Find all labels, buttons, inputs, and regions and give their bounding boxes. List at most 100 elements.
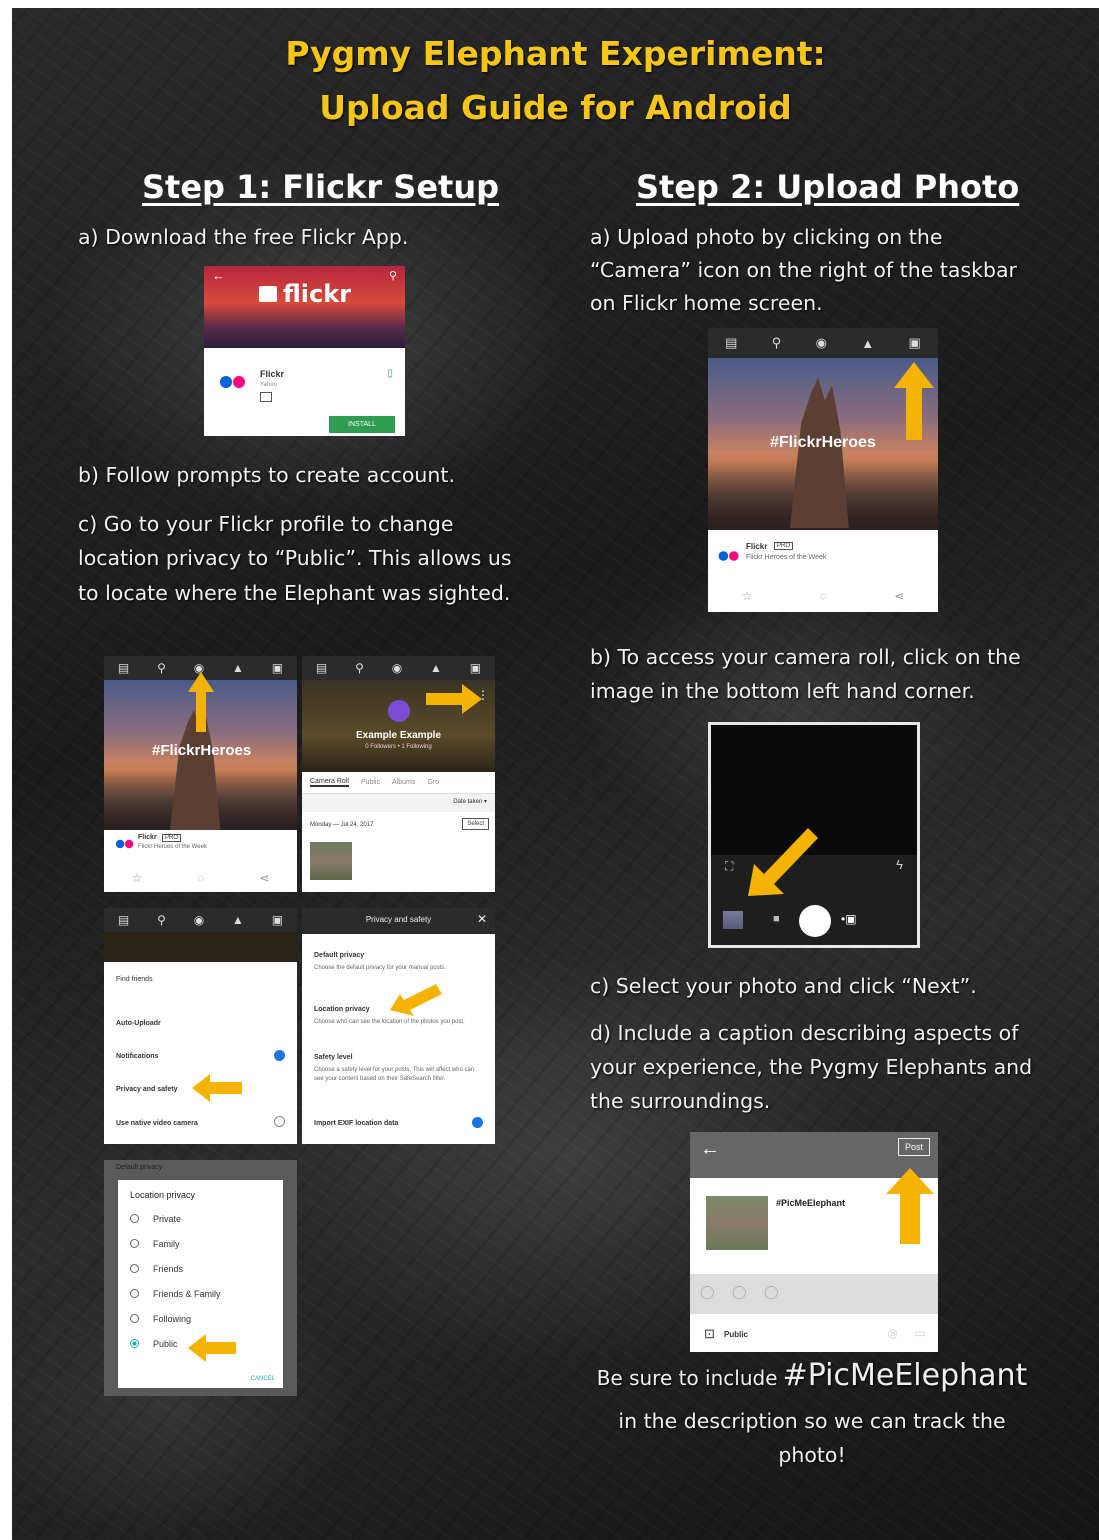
feed-icon[interactable]: ▤ <box>725 335 737 351</box>
tab-groups[interactable]: Gro <box>427 779 439 786</box>
mountain-peak <box>790 378 849 528</box>
search-icon[interactable]: ⚲ <box>355 661 364 675</box>
switch-camera-icon[interactable]: •▣ <box>841 912 857 926</box>
search-icon[interactable]: ⚲ <box>157 913 166 927</box>
camera-roll-thumbnail[interactable] <box>723 911 743 929</box>
profile-icon[interactable]: ◉ <box>392 661 402 675</box>
delete-icon[interactable]: ▭ <box>915 1326 926 1340</box>
menu-native-video[interactable]: Use native video camera <box>116 1120 198 1127</box>
avatar[interactable] <box>388 700 410 722</box>
step2-c-text: c) Select your photo and click “Next”. <box>590 974 977 998</box>
menu-find-friends[interactable]: Find friends <box>116 976 153 983</box>
menu-notifications[interactable]: Notifications <box>116 1053 158 1060</box>
scan-icon[interactable]: ⛶ <box>725 859 733 874</box>
camera-icon[interactable]: ▣ <box>470 661 481 675</box>
radio-icon <box>130 1289 139 1298</box>
star-icon[interactable]: ☆ <box>132 871 143 885</box>
video-icon[interactable]: ■ <box>773 913 780 925</box>
reminder-line-2: in the description so we can track the <box>618 1409 1006 1433</box>
option-friends[interactable]: Friends <box>118 1256 283 1281</box>
post-button[interactable]: Post <box>897 1138 930 1156</box>
flickr-logo: flickr <box>283 280 352 308</box>
option-following[interactable]: Following <box>118 1306 283 1331</box>
feed-icon[interactable]: ▤ <box>118 661 129 675</box>
search-icon[interactable]: ⚲ <box>772 335 782 351</box>
notifications-icon[interactable]: ▲ <box>861 336 874 351</box>
step1-c-line-2: location privacy to “Public”. This allow… <box>78 546 512 570</box>
elephant-thumbnail[interactable] <box>706 1196 768 1250</box>
safety-level-title[interactable]: Safety level <box>314 1054 353 1061</box>
camera-icon[interactable]: ▣ <box>909 335 921 351</box>
install-button[interactable]: INSTALL <box>329 416 395 433</box>
feed-icon[interactable]: ▤ <box>316 661 327 675</box>
camera-icon[interactable]: ▣ <box>272 913 283 927</box>
feed-icon[interactable]: ▤ <box>118 913 129 927</box>
title-line-1: Pygmy Elephant Experiment: <box>285 34 826 73</box>
location-icon[interactable]: ◎ <box>888 1326 898 1340</box>
search-icon[interactable]: ⚲ <box>157 661 166 675</box>
profile-icon[interactable]: ◉ <box>194 913 204 927</box>
option-family[interactable]: Family <box>118 1231 283 1256</box>
notifications-icon[interactable]: ▲ <box>232 913 244 927</box>
close-icon[interactable]: ✕ <box>477 912 487 926</box>
flickr-mark-icon <box>259 286 277 302</box>
notifications-check-icon[interactable] <box>274 1050 285 1061</box>
reminder-prefix: Be sure to include <box>596 1366 778 1390</box>
exif-location-label: Import EXIF location data <box>314 1120 399 1127</box>
star-icon[interactable]: ☆ <box>742 589 753 603</box>
share-icon[interactable]: ⋖ <box>894 589 904 603</box>
app-store-screenshot: ← ⚲ flickr Flickr Yahoo ▯ INSTALL <box>204 266 405 436</box>
home-account: Flickr <box>746 542 768 551</box>
camera-icon[interactable]: ▣ <box>272 661 283 675</box>
sort-dropdown[interactable]: Date taken ▾ <box>453 798 487 805</box>
visibility-label[interactable]: Public <box>724 1330 748 1339</box>
shutter-button[interactable] <box>799 905 831 937</box>
tab-camera-roll[interactable]: Camera Roll <box>310 778 349 787</box>
group-icon[interactable]: ◯ <box>764 1284 779 1300</box>
flickr-dots-icon <box>115 839 134 849</box>
people-icon[interactable]: ◯ <box>700 1284 715 1300</box>
step1-heading: Step 1: Flickr Setup <box>142 168 499 206</box>
notifications-icon[interactable]: ▲ <box>232 661 244 675</box>
menu-auto-upload[interactable]: Auto-Uploadr <box>116 1020 161 1027</box>
home-subtitle: Flickr Heroes of the Week <box>746 554 827 561</box>
dialog-title: Location privacy <box>130 1190 196 1200</box>
exif-check-icon[interactable] <box>472 1117 483 1128</box>
arrow-up-profile-icon <box>188 672 214 732</box>
arrow-up-camera-icon <box>894 362 934 440</box>
share-icon[interactable]: ⋖ <box>259 871 269 885</box>
tab-albums[interactable]: Albums <box>392 779 415 786</box>
back-arrow-icon[interactable]: ← <box>700 1138 720 1161</box>
step2-d-line-3: the surroundings. <box>590 1089 771 1113</box>
option-label: Private <box>153 1213 182 1224</box>
select-button[interactable]: Select <box>462 818 489 830</box>
album-icon[interactable]: ◯ <box>732 1284 747 1300</box>
cancel-button[interactable]: CANCEL <box>251 1376 275 1382</box>
reminder-line-3: photo! <box>778 1443 846 1467</box>
step2-heading: Step 2: Upload Photo <box>636 168 1020 206</box>
flickr-taskbar: ▤ ⚲ ◉ ▲ ▣ <box>104 908 297 932</box>
menu-privacy-safety[interactable]: Privacy and safety <box>116 1086 177 1093</box>
pro-badge: PRO <box>774 542 794 550</box>
back-arrow-icon: ← <box>212 268 225 283</box>
comment-icon[interactable]: ◌ <box>820 589 827 603</box>
flash-icon[interactable]: ϟ <box>896 857 903 872</box>
tab-public[interactable]: Public <box>361 779 380 786</box>
elephant-thumbnail[interactable] <box>310 842 352 880</box>
option-private[interactable]: Private <box>118 1206 283 1231</box>
profile-icon[interactable]: ◉ <box>816 335 827 351</box>
comment-icon[interactable]: ◌ <box>197 871 204 885</box>
notifications-icon[interactable]: ▲ <box>430 661 442 675</box>
lock-icon[interactable]: ⊡ <box>704 1326 715 1342</box>
default-privacy-title[interactable]: Default privacy <box>314 952 364 959</box>
title-line-2: Upload Guide for Android <box>319 88 792 127</box>
caption-input[interactable]: #PicMeElephant <box>776 1198 845 1208</box>
arrow-left-public-icon <box>188 1334 236 1362</box>
native-video-checkbox-icon[interactable] <box>274 1116 285 1127</box>
location-privacy-desc: Choose who can see the location of the p… <box>314 1019 465 1025</box>
step1-b-text: b) Follow prompts to create account. <box>78 463 455 487</box>
option-label: Public <box>153 1338 178 1349</box>
option-friends-family[interactable]: Friends & Family <box>118 1281 283 1306</box>
location-privacy-title[interactable]: Location privacy <box>314 1006 370 1013</box>
post-options-bar: ◯ ◯ ◯ <box>690 1274 938 1314</box>
